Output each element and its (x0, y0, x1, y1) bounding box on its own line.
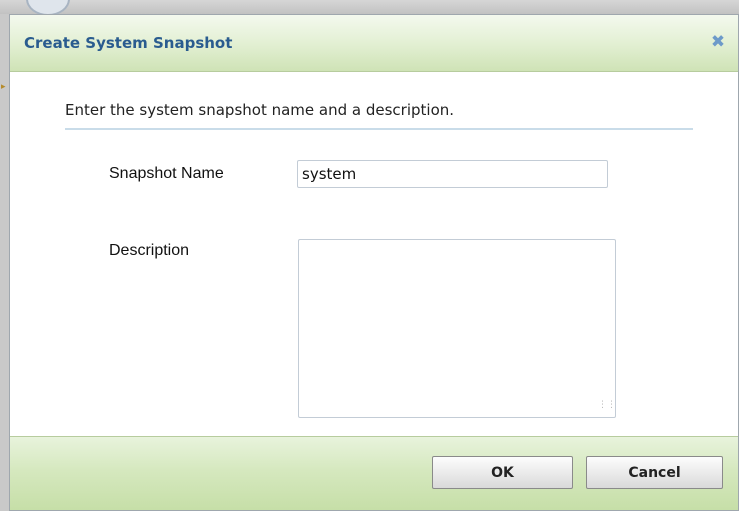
dialog-title: Create System Snapshot (24, 34, 233, 52)
cancel-button[interactable]: Cancel (586, 456, 723, 489)
section-divider (65, 128, 693, 130)
description-label: Description (109, 242, 190, 259)
background-arrow-icon: ▸ (1, 82, 6, 92)
dialog-footer: OK Cancel (10, 436, 738, 510)
resize-grip-icon[interactable]: ⋮⋮ (598, 401, 616, 413)
snapshot-name-label: Snapshot Name (109, 165, 224, 182)
ok-button[interactable]: OK (432, 456, 573, 489)
dialog-titlebar: Create System Snapshot ✖ (10, 15, 738, 72)
close-icon[interactable]: ✖ (708, 32, 728, 52)
create-snapshot-dialog: Create System Snapshot ✖ Enter the syste… (9, 14, 739, 511)
description-textarea[interactable] (298, 239, 616, 418)
snapshot-name-input[interactable] (297, 160, 608, 188)
background-app-strip (0, 0, 739, 14)
dialog-instructions: Enter the system snapshot name and a des… (65, 101, 455, 119)
